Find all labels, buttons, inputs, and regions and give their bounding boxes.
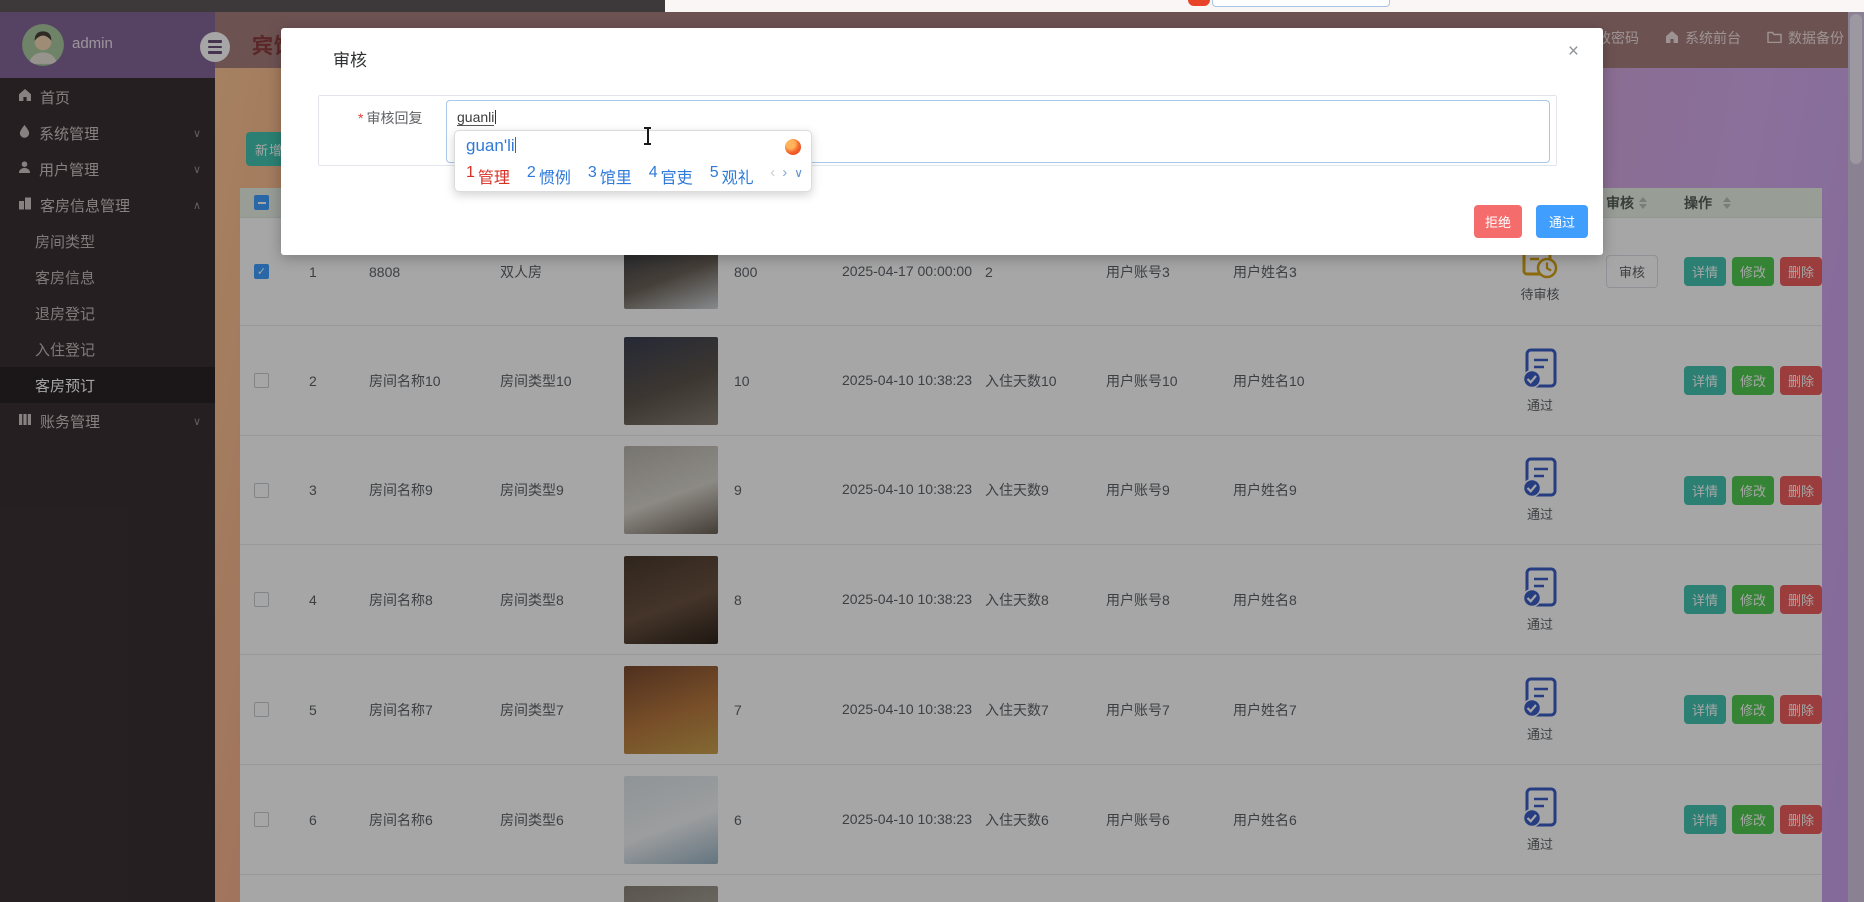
ime-candidate-5[interactable]: 5观礼	[710, 164, 754, 188]
browser-field-remnant	[1212, 0, 1390, 7]
candidate-text: 观礼	[722, 164, 754, 188]
browser-edge-strip	[0, 0, 1864, 12]
browser-edge-dark	[0, 0, 665, 12]
candidate-number: 5	[710, 164, 719, 188]
app-root: 宾馆 个人中心修改密码系统前台数据备份 admin 首页系统管理∨用户管理∨客房…	[0, 0, 1864, 902]
ime-popup: guan'li 1管理 2惯例 3馆里 4官吏 5观礼 ‹ › ∨	[454, 130, 812, 192]
candidate-number: 2	[527, 164, 536, 188]
ime-candidate-2[interactable]: 2惯例	[527, 164, 571, 188]
candidate-number: 1	[466, 164, 475, 188]
candidate-text: 馆里	[600, 164, 632, 188]
ime-logo-icon	[785, 139, 801, 155]
ime-next-icon[interactable]: ›	[782, 164, 787, 181]
ime-composition-inline: guanli	[457, 109, 494, 126]
ime-more-icon[interactable]: ∨	[794, 166, 803, 180]
text-caret	[495, 110, 496, 124]
ime-arrows: ‹ › ∨	[770, 164, 803, 181]
modal-title: 审核	[333, 46, 367, 71]
ime-composition: guan'li	[466, 136, 516, 156]
candidate-text: 官吏	[661, 164, 693, 188]
ime-candidate-3[interactable]: 3馆里	[588, 164, 632, 188]
ime-prev-icon[interactable]: ‹	[770, 164, 775, 181]
browser-extension-icon	[1188, 0, 1210, 6]
ime-candidate-4[interactable]: 4官吏	[649, 164, 693, 188]
reject-button[interactable]: 拒绝	[1474, 205, 1522, 238]
modal-footer: 拒绝 通过	[1474, 205, 1588, 238]
required-asterisk: *	[358, 110, 363, 126]
audit-reply-label-text: 审核回复	[366, 110, 422, 126]
ime-candidate-1[interactable]: 1管理	[466, 164, 510, 188]
candidate-number: 3	[588, 164, 597, 188]
candidate-text: 惯例	[539, 164, 571, 188]
audit-reply-label: *审核回复	[358, 108, 422, 128]
approve-button[interactable]: 通过	[1536, 205, 1588, 238]
ime-candidates: 1管理 2惯例 3馆里 4官吏 5观礼	[466, 164, 754, 188]
ime-caret	[515, 137, 517, 153]
candidate-number: 4	[649, 164, 658, 188]
close-icon[interactable]: ×	[1568, 42, 1579, 61]
candidate-text: 管理	[478, 164, 510, 188]
